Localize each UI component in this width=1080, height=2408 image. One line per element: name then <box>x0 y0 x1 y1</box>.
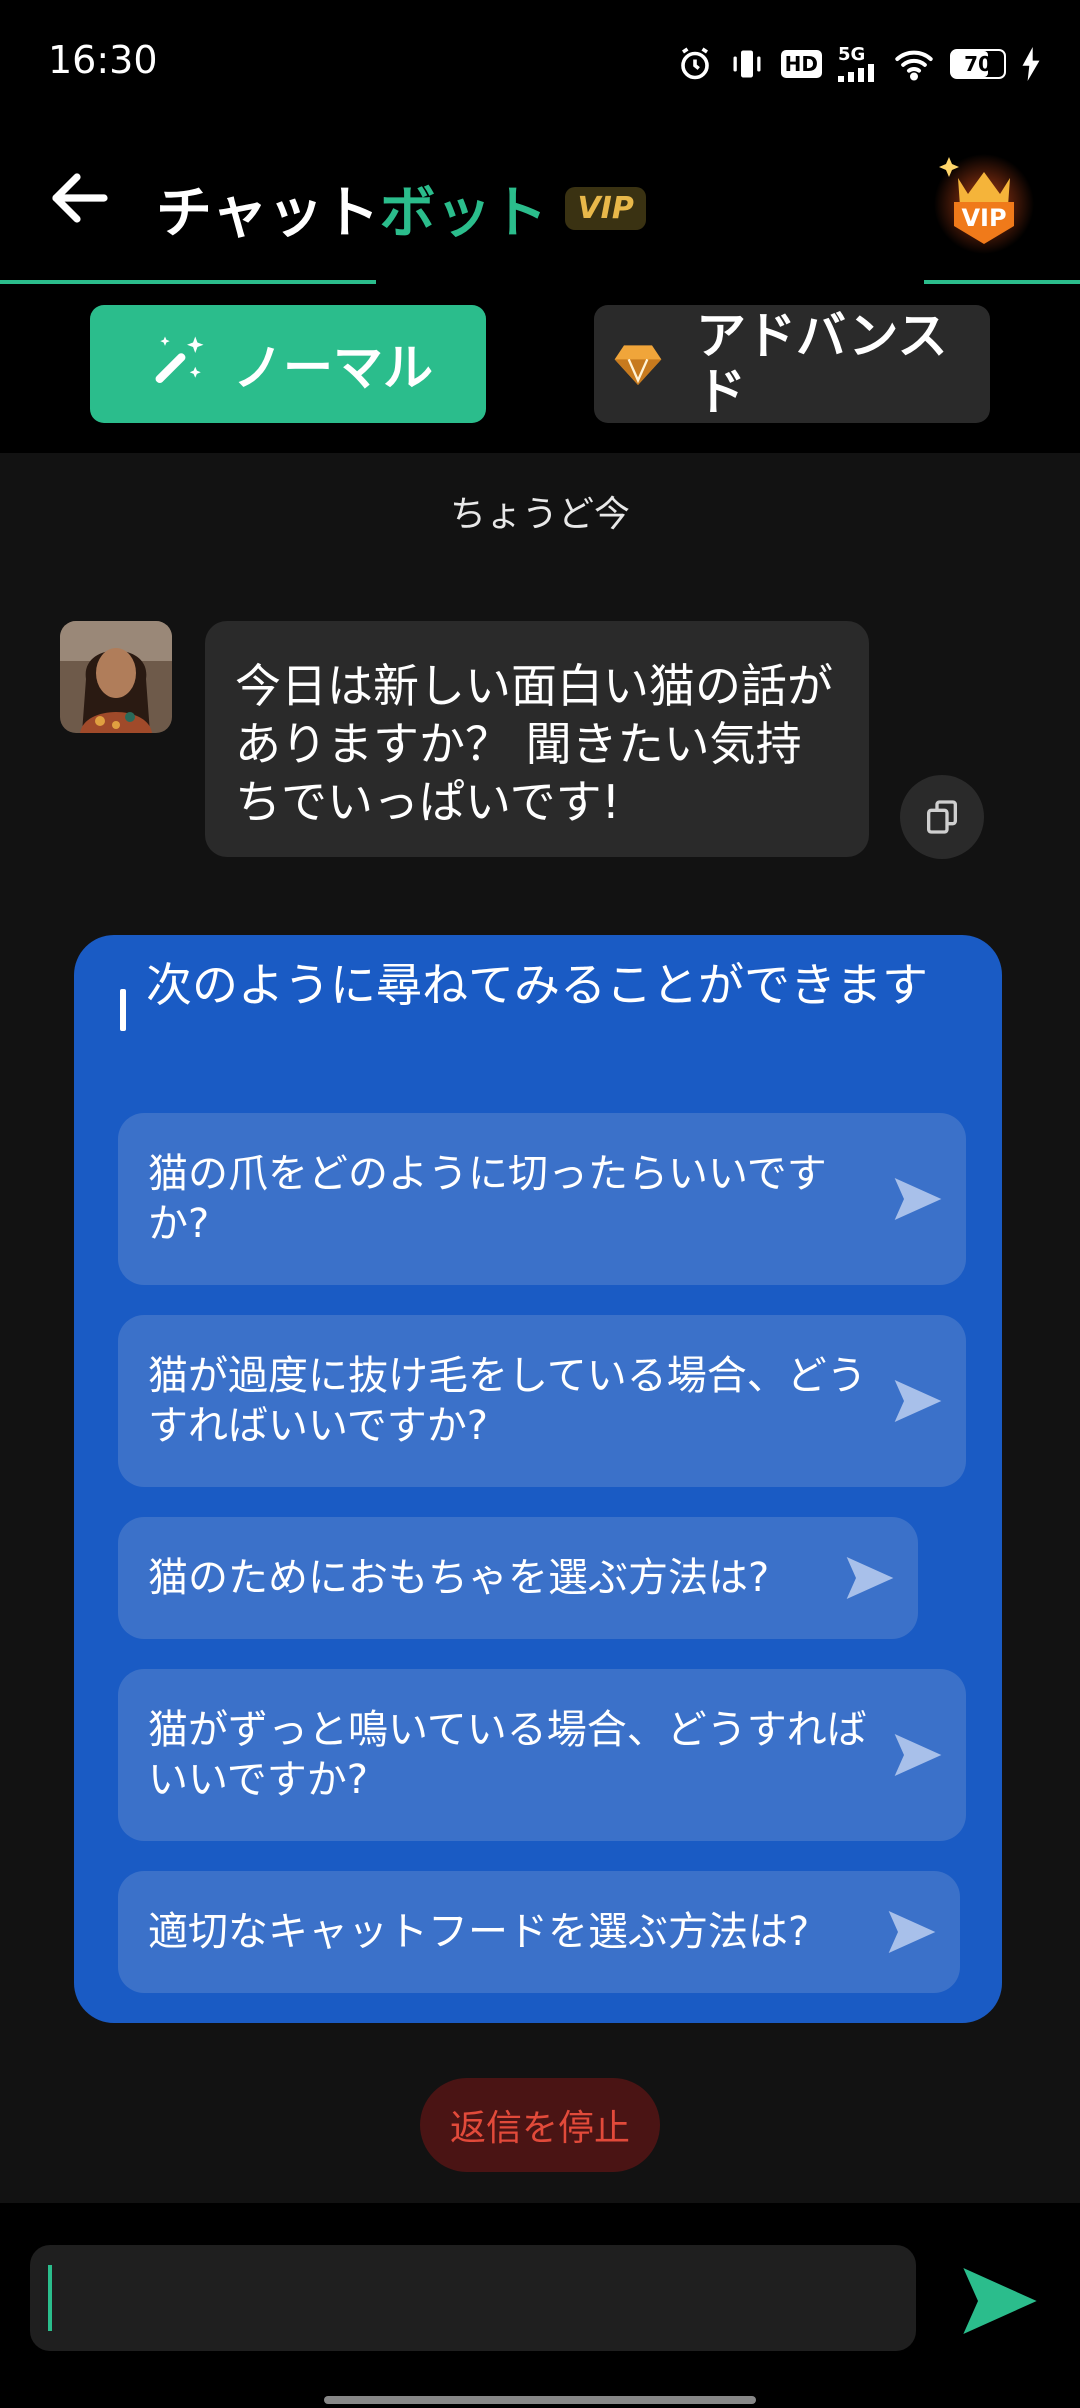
suggestion-item[interactable]: 適切なキャットフードを選ぶ方法は? <box>118 1871 960 1993</box>
signal-icon: 5G <box>838 46 878 82</box>
message-timestamp: ちょうど今 <box>449 494 630 535</box>
mode-normal-button[interactable]: ノーマル <box>90 305 486 423</box>
title-part1: チャット <box>156 181 380 246</box>
send-icon <box>894 1380 942 1422</box>
copy-button[interactable] <box>900 775 984 859</box>
mode-normal-label: ノーマル <box>233 339 433 397</box>
network-label: 5G <box>838 44 866 65</box>
home-indicator[interactable] <box>324 2396 756 2404</box>
avatar[interactable] <box>60 621 172 733</box>
mode-advanced-button[interactable]: アドバンスド <box>594 305 990 423</box>
chat-area[interactable]: ちょうど今 今日は新しい面白い猫の話がありますか？ 聞きたい気持ちでいっぱいです… <box>0 453 1080 2203</box>
status-icons: HD 5G 70 <box>677 44 1040 84</box>
stop-reply-button[interactable]: 返信を停止 <box>420 2078 660 2172</box>
mode-advanced-label: アドバンスド <box>696 307 948 421</box>
status-time: 16:30 <box>48 38 158 82</box>
mode-selector: ノーマル アドバンスド <box>0 285 1080 453</box>
vip-badge-text: VIP <box>961 204 1006 232</box>
wifi-icon <box>894 47 934 81</box>
alarm-icon <box>677 46 713 82</box>
send-icon <box>846 1557 894 1599</box>
status-bar: 16:30 HD 5G 70 <box>0 0 1080 120</box>
arrow-left-icon <box>52 173 108 223</box>
divider-right <box>924 280 1080 284</box>
hd-badge: HD <box>780 50 822 78</box>
back-button[interactable] <box>44 162 116 234</box>
suggestion-item[interactable]: 猫が過度に抜け毛をしている場合、どうすればいいですか? <box>118 1315 966 1487</box>
diamond-icon <box>614 345 662 385</box>
copy-icon <box>927 800 957 834</box>
suggestion-text: 猫が過度に抜け毛をしている場合、どうすればいいですか? <box>148 1353 867 1449</box>
title-marker <box>120 989 126 1031</box>
vibrate-icon <box>729 46 765 82</box>
send-icon <box>894 1178 942 1220</box>
input-bar <box>0 2203 1080 2408</box>
send-button[interactable] <box>956 2257 1044 2345</box>
bot-message-bubble[interactable]: 今日は新しい面白い猫の話がありますか？ 聞きたい気持ちでいっぱいです! <box>205 621 869 857</box>
message-input[interactable] <box>60 2245 900 2351</box>
vip-badge-button[interactable]: VIP <box>934 148 1034 256</box>
suggestions-card: 次のように尋ねてみることができます 猫の爪をどのように切ったらいいですか? 猫が… <box>74 935 1002 2023</box>
suggestion-text: 猫の爪をどのように切ったらいいですか? <box>148 1151 827 1247</box>
send-icon <box>888 1911 936 1953</box>
send-icon <box>894 1734 942 1776</box>
vip-crown-icon: VIP <box>934 154 1034 254</box>
vip-tag: VIP <box>565 187 646 230</box>
page-title: チャット ボット VIP <box>156 168 646 249</box>
app-header: チャット ボット VIP VIP <box>0 120 1080 285</box>
charging-icon <box>1022 47 1040 81</box>
suggestion-text: 適切なキャットフードを選ぶ方法は? <box>148 1909 810 1955</box>
suggestion-text: 猫がずっと鳴いている場合、どうすればいいですか? <box>148 1707 867 1803</box>
battery-percent: 70 <box>964 52 992 76</box>
title-part2: ボット <box>379 181 548 246</box>
divider-left <box>0 280 376 284</box>
text-cursor <box>48 2265 52 2331</box>
suggestion-item[interactable]: 猫の爪をどのように切ったらいいですか? <box>118 1113 966 1285</box>
suggestion-item[interactable]: 猫のためにおもちゃを選ぶ方法は? <box>118 1517 918 1639</box>
header-divider <box>0 280 1080 284</box>
message-input-container[interactable] <box>30 2245 916 2351</box>
bot-message-text: 今日は新しい面白い猫の話がありますか？ 聞きたい気持ちでいっぱいです! <box>235 659 833 829</box>
battery-indicator: 70 <box>950 49 1006 79</box>
suggestion-item[interactable]: 猫がずっと鳴いている場合、どうすればいいですか? <box>118 1669 966 1841</box>
send-icon <box>963 2268 1037 2334</box>
suggestion-text: 猫のためにおもちゃを選ぶ方法は? <box>148 1555 770 1601</box>
magic-wand-icon <box>155 336 204 384</box>
suggestions-title: 次のように尋ねてみることができます <box>146 958 928 1012</box>
